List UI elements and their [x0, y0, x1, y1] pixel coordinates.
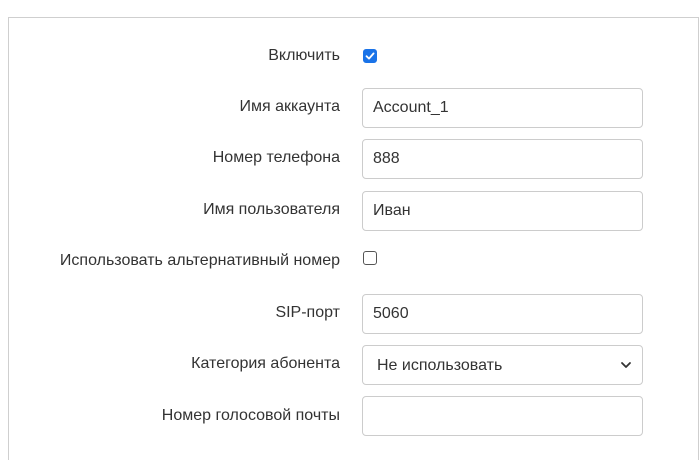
- enable-checkbox[interactable]: [363, 49, 377, 63]
- voicemail-number-label: Номер голосовой почты: [161, 407, 340, 424]
- subscriber-category-label: Категория абонента: [191, 355, 340, 372]
- voicemail-number-input[interactable]: [362, 396, 643, 436]
- enable-label: Включить: [268, 47, 340, 64]
- account-name-label: Имя аккаунта: [239, 98, 340, 115]
- phone-number-label: Номер телефона: [212, 149, 340, 166]
- username-label: Имя пользователя: [203, 201, 340, 218]
- use-alt-number-label: Использовать альтернативный номер: [59, 252, 340, 269]
- sip-port-input[interactable]: [362, 294, 643, 334]
- use-alt-number-checkbox[interactable]: [363, 251, 377, 265]
- subscriber-category-select[interactable]: Не использовать: [362, 345, 643, 385]
- phone-number-input[interactable]: [362, 139, 643, 179]
- subscriber-category-value: Не использовать: [377, 357, 503, 374]
- sip-port-label: SIP-порт: [275, 304, 340, 321]
- check-icon: [365, 52, 375, 60]
- account-settings-panel: [8, 17, 699, 460]
- account-name-input[interactable]: [362, 88, 643, 128]
- username-input[interactable]: [362, 191, 643, 231]
- chevron-down-icon: [621, 362, 631, 368]
